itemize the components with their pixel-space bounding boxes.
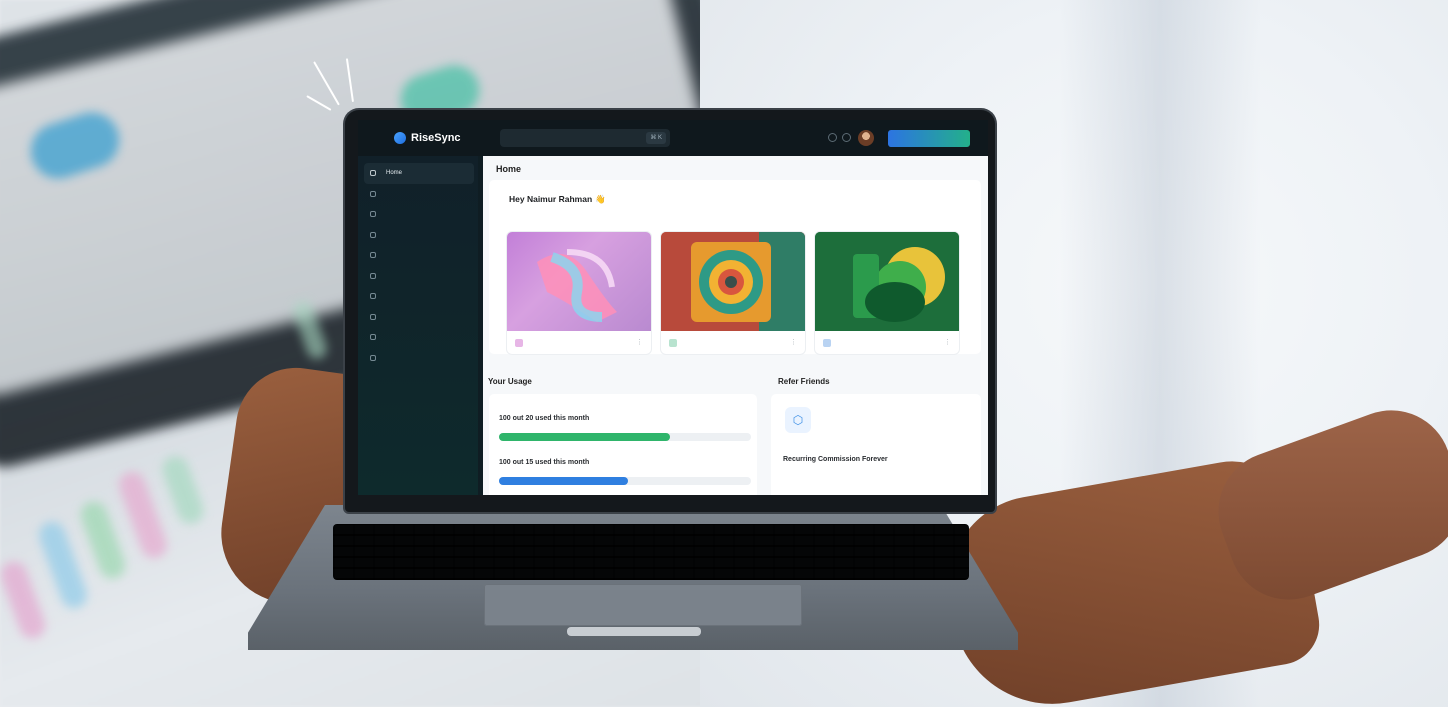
template-thumbnail-pink	[507, 232, 651, 331]
sidebar-item-10[interactable]	[364, 348, 474, 369]
sidebar-item-3[interactable]	[364, 204, 474, 225]
greeting-text: Hey Naimur Rahman	[509, 194, 593, 204]
home-icon	[370, 170, 376, 177]
laptop-keyboard	[333, 524, 969, 580]
users-icon	[370, 293, 376, 300]
sidebar-item-6[interactable]	[364, 266, 474, 287]
refer-heading: Recurring Commission Forever	[783, 456, 888, 463]
search-input[interactable]: ⌘ K	[500, 129, 670, 147]
sidebar-item-8[interactable]	[364, 307, 474, 328]
usage-card: 100 out 20 used this month 100 out 15 us…	[489, 394, 757, 495]
greeting-heading: Hey Naimur Rahman 👋	[509, 194, 606, 205]
notification-icon[interactable]	[842, 133, 851, 142]
template-type-icon	[669, 339, 677, 347]
user-avatar[interactable]	[858, 130, 874, 146]
usage-progress-bar-1	[499, 433, 751, 441]
more-options-icon[interactable]: ⋮	[944, 338, 951, 346]
page-title: Home	[496, 164, 522, 174]
template-card-2[interactable]: ⋮	[661, 232, 805, 354]
app-logo[interactable]: RiseSync	[394, 132, 461, 144]
template-footer: ⋮	[507, 333, 651, 353]
app-screen: RiseSync ⌘ K Home Home Hey Naimur Rahman…	[358, 120, 988, 495]
template-thumbnail-orange	[661, 232, 805, 331]
settings-icon[interactable]	[828, 133, 837, 142]
abstract-art-green	[815, 232, 959, 331]
logo-icon	[394, 132, 406, 144]
brand-name: RiseSync	[411, 132, 461, 144]
sidebar-item-4[interactable]	[364, 225, 474, 246]
sidebar-item-home[interactable]: Home	[364, 163, 474, 184]
template-card-1[interactable]: ⋮	[507, 232, 651, 354]
card-icon	[370, 313, 376, 320]
template-type-icon	[515, 339, 523, 347]
support-icon	[370, 334, 376, 341]
template-type-icon	[823, 339, 831, 347]
sidebar-item-7[interactable]	[364, 286, 474, 307]
more-options-icon[interactable]: ⋮	[790, 338, 797, 346]
usage-text-1: 100 out 20 used this month	[499, 415, 590, 422]
laptop-front-notch	[567, 627, 701, 636]
refer-card[interactable]: ⬡ Recurring Commission Forever	[771, 394, 981, 495]
gift-box-icon: ⬡	[785, 407, 811, 433]
globe-icon	[370, 272, 376, 279]
upgrade-button[interactable]	[888, 130, 970, 147]
template-card-3[interactable]: ⋮	[815, 232, 959, 354]
main-content: Home Hey Naimur Rahman 👋 ⋮ ⋮ ⋮ Your Usag…	[483, 156, 988, 495]
sidebar: Home	[358, 156, 478, 495]
sidebar-item-5[interactable]	[364, 245, 474, 266]
usage-text-2: 100 out 15 used this month	[499, 459, 590, 466]
usage-progress-bar-2	[499, 477, 751, 485]
file-icon	[370, 252, 376, 259]
welcome-card: Hey Naimur Rahman 👋 ⋮ ⋮ ⋮	[489, 180, 981, 354]
tools-icon	[370, 211, 376, 218]
search-shortcut-badge: ⌘ K	[646, 132, 666, 144]
more-options-icon[interactable]: ⋮	[636, 338, 643, 346]
template-thumbnail-green	[815, 232, 959, 331]
template-footer: ⋮	[815, 333, 959, 353]
grid-icon	[370, 190, 376, 197]
laptop-trackpad	[484, 584, 802, 626]
template-footer: ⋮	[661, 333, 805, 353]
sidebar-item-9[interactable]	[364, 327, 474, 348]
usage-section-title: Your Usage	[488, 377, 532, 386]
top-bar: RiseSync ⌘ K	[358, 120, 988, 156]
sidebar-item-2[interactable]	[364, 184, 474, 205]
chart-icon	[370, 231, 376, 238]
wave-emoji: 👋	[595, 194, 606, 204]
refer-section-title: Refer Friends	[778, 377, 830, 386]
abstract-art-orange	[661, 232, 805, 331]
usage-progress-fill-1	[499, 433, 671, 441]
abstract-art-pink	[537, 249, 617, 322]
usage-progress-fill-2	[499, 477, 628, 485]
help-icon	[370, 354, 376, 361]
